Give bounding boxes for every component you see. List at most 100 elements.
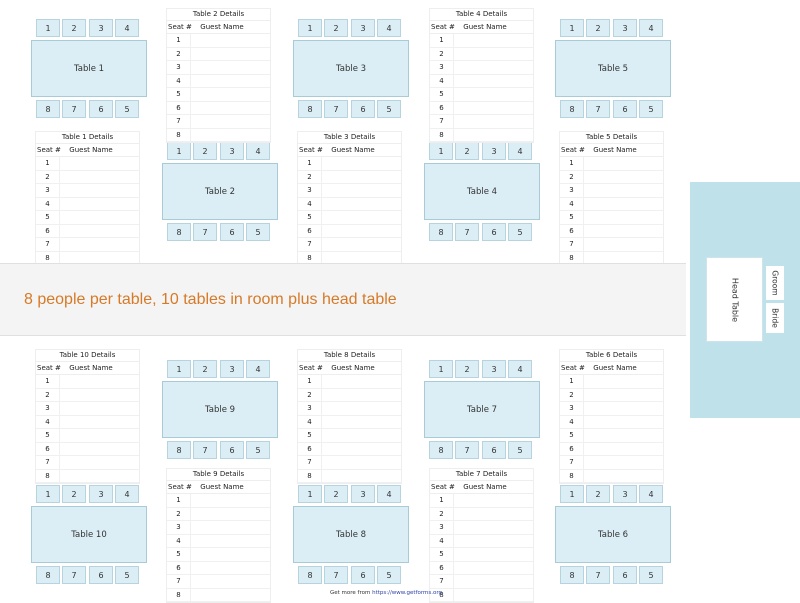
guest-name-cell[interactable] [60, 416, 139, 429]
seat[interactable]: 5 [377, 566, 401, 584]
guest-name-cell[interactable] [60, 171, 139, 184]
table-rect[interactable]: Table 5 [555, 40, 671, 97]
seat[interactable]: 1 [560, 19, 584, 37]
guest-name-cell[interactable] [454, 115, 533, 128]
guest-name-cell[interactable] [322, 389, 401, 402]
seat[interactable]: 6 [351, 566, 375, 584]
guest-name-cell[interactable] [322, 171, 401, 184]
seat[interactable]: 3 [351, 19, 375, 37]
guest-name-cell[interactable] [191, 48, 270, 61]
guest-name-cell[interactable] [322, 198, 401, 211]
seat[interactable]: 8 [429, 223, 453, 241]
seat[interactable]: 6 [482, 441, 506, 459]
guest-name-cell[interactable] [322, 416, 401, 429]
guest-name-cell[interactable] [454, 494, 533, 507]
guest-name-cell[interactable] [584, 416, 663, 429]
guest-name-cell[interactable] [322, 429, 401, 442]
guest-name-cell[interactable] [322, 456, 401, 469]
guest-name-cell[interactable] [322, 470, 401, 483]
guest-name-cell[interactable] [322, 225, 401, 238]
seat[interactable]: 7 [324, 100, 348, 118]
seat[interactable]: 3 [89, 19, 113, 37]
seat[interactable]: 6 [220, 441, 244, 459]
seat[interactable]: 1 [429, 360, 453, 378]
guest-name-cell[interactable] [191, 61, 270, 74]
footer-link[interactable]: https://www.getforms.org [372, 590, 442, 596]
table-rect[interactable]: Table 2 [162, 163, 278, 220]
guest-name-cell[interactable] [584, 211, 663, 224]
guest-name-cell[interactable] [454, 575, 533, 588]
seat[interactable]: 7 [324, 566, 348, 584]
seat[interactable]: 4 [246, 142, 270, 160]
seat[interactable]: 7 [455, 441, 479, 459]
seat[interactable]: 7 [193, 223, 217, 241]
guest-name-cell[interactable] [322, 443, 401, 456]
bride-seat[interactable]: Bride [766, 303, 784, 333]
guest-name-cell[interactable] [584, 157, 663, 170]
seat[interactable]: 8 [560, 100, 584, 118]
seat[interactable]: 3 [220, 360, 244, 378]
head-table[interactable]: Head Table [706, 257, 763, 342]
guest-name-cell[interactable] [454, 129, 533, 142]
seat[interactable]: 3 [482, 360, 506, 378]
seat[interactable]: 3 [613, 485, 637, 503]
guest-name-cell[interactable] [454, 88, 533, 101]
guest-name-cell[interactable] [584, 375, 663, 388]
guest-name-cell[interactable] [322, 211, 401, 224]
seat[interactable]: 2 [324, 485, 348, 503]
seat[interactable]: 2 [455, 142, 479, 160]
seat[interactable]: 1 [560, 485, 584, 503]
table-rect[interactable]: Table 7 [424, 381, 540, 438]
guest-name-cell[interactable] [60, 157, 139, 170]
seat[interactable]: 1 [298, 485, 322, 503]
guest-name-cell[interactable] [584, 238, 663, 251]
seat[interactable]: 8 [560, 566, 584, 584]
seat[interactable]: 2 [193, 142, 217, 160]
guest-name-cell[interactable] [454, 48, 533, 61]
guest-name-cell[interactable] [191, 589, 270, 602]
seat[interactable]: 6 [220, 223, 244, 241]
guest-name-cell[interactable] [60, 402, 139, 415]
seat[interactable]: 1 [167, 142, 191, 160]
seat[interactable]: 1 [36, 485, 60, 503]
guest-name-cell[interactable] [454, 535, 533, 548]
guest-name-cell[interactable] [191, 129, 270, 142]
guest-name-cell[interactable] [191, 521, 270, 534]
seat[interactable]: 5 [639, 100, 663, 118]
guest-name-cell[interactable] [322, 184, 401, 197]
seat[interactable]: 7 [62, 100, 86, 118]
guest-name-cell[interactable] [60, 375, 139, 388]
guest-name-cell[interactable] [60, 238, 139, 251]
seat[interactable]: 5 [115, 566, 139, 584]
seat[interactable]: 2 [62, 19, 86, 37]
seat[interactable]: 2 [324, 19, 348, 37]
seat[interactable]: 5 [246, 223, 270, 241]
seat[interactable]: 8 [167, 223, 191, 241]
seat[interactable]: 8 [167, 441, 191, 459]
guest-name-cell[interactable] [322, 157, 401, 170]
seat[interactable]: 1 [36, 19, 60, 37]
guest-name-cell[interactable] [584, 470, 663, 483]
seat[interactable]: 5 [508, 441, 532, 459]
seat[interactable]: 5 [377, 100, 401, 118]
table-rect[interactable]: Table 8 [293, 506, 409, 563]
guest-name-cell[interactable] [191, 562, 270, 575]
guest-name-cell[interactable] [60, 389, 139, 402]
seat[interactable]: 5 [508, 223, 532, 241]
guest-name-cell[interactable] [454, 102, 533, 115]
guest-name-cell[interactable] [60, 211, 139, 224]
seat[interactable]: 8 [36, 100, 60, 118]
seat[interactable]: 7 [586, 100, 610, 118]
seat[interactable]: 4 [377, 485, 401, 503]
guest-name-cell[interactable] [60, 470, 139, 483]
seat[interactable]: 6 [613, 100, 637, 118]
guest-name-cell[interactable] [191, 548, 270, 561]
seat[interactable]: 2 [193, 360, 217, 378]
seat[interactable]: 8 [298, 100, 322, 118]
seat[interactable]: 3 [220, 142, 244, 160]
seat[interactable]: 7 [193, 441, 217, 459]
guest-name-cell[interactable] [191, 115, 270, 128]
guest-name-cell[interactable] [191, 575, 270, 588]
table-rect[interactable]: Table 9 [162, 381, 278, 438]
guest-name-cell[interactable] [191, 508, 270, 521]
